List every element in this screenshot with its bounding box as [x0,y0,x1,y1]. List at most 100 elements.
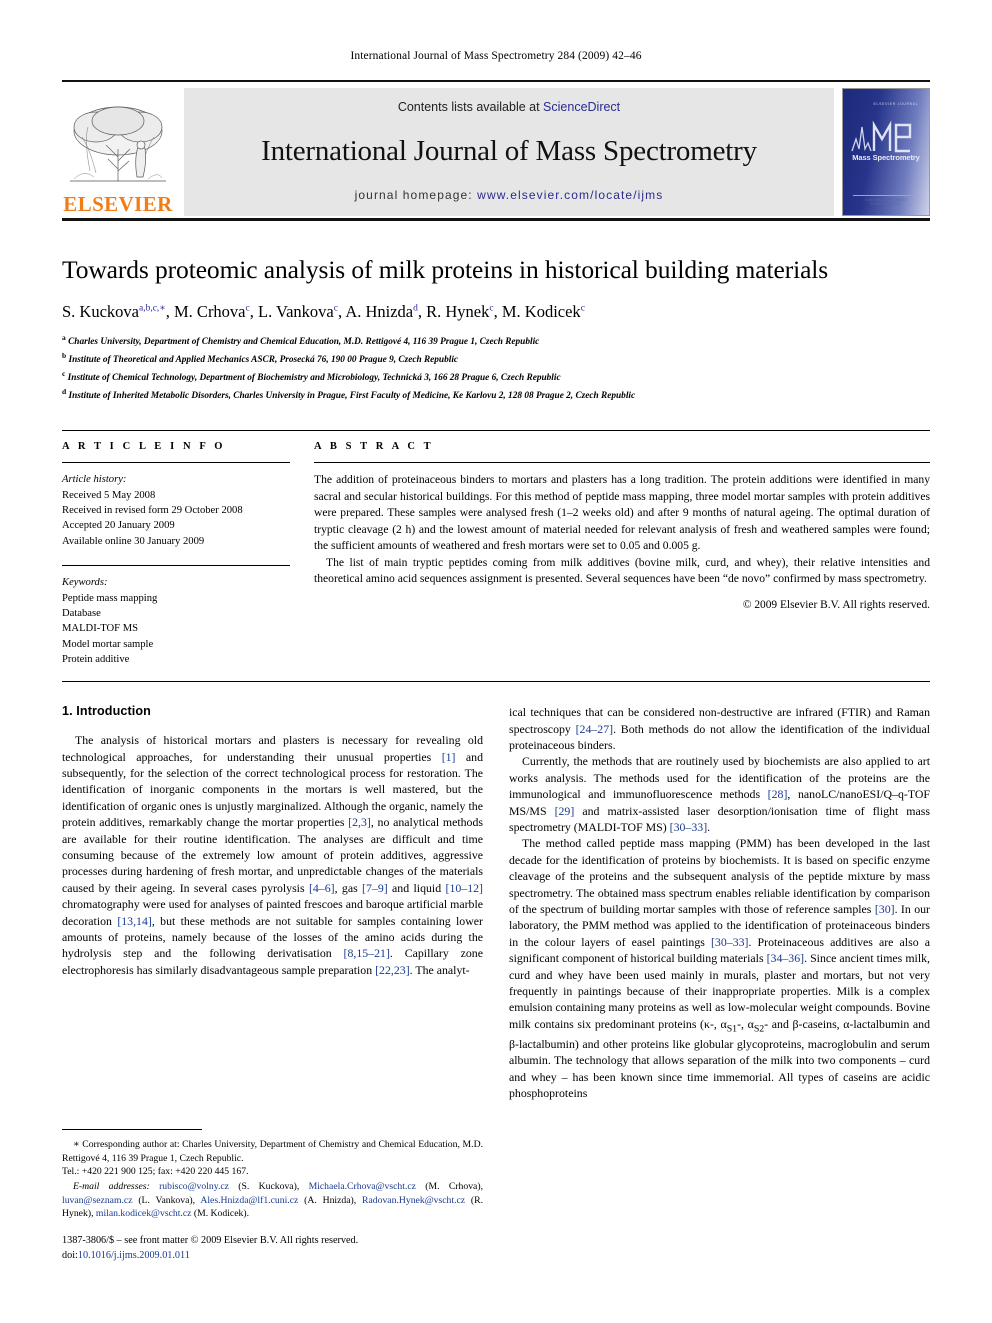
author-affiliation-mark: c [489,303,494,314]
email-addresses-label: E-mail addresses: [73,1181,150,1193]
article-history-item: Accepted 20 January 2009 [62,520,175,532]
issn-line: 1387-3806/$ – see front matter © 2009 El… [62,1235,359,1247]
article-history-item: Available online 30 January 2009 [62,535,205,547]
masthead-bottom-rule [62,218,930,221]
email-link[interactable]: rubisco@volny.cz [159,1181,229,1192]
email-link[interactable]: milan.kodicek@vscht.cz [96,1208,192,1219]
intro-paragraph-methods: Currently, the methods that are routinel… [509,753,930,835]
citation-link[interactable]: [28] [768,787,788,801]
citation-link[interactable]: [4–6] [309,881,335,895]
email-addresses-line: E-mail addresses: rubisco@volny.cz (S. K… [62,1180,483,1220]
abstract-paragraph: The addition of proteinaceous binders to… [314,473,930,553]
intro-paragraph-right-continued: ical techniques that can be considered n… [509,704,930,753]
keyword-item: MALDI-TOF MS [62,623,139,635]
citation-link[interactable]: [24–27] [576,722,614,736]
citation-link[interactable]: [8,15–21] [344,946,390,960]
abstract-rule [314,462,930,464]
email-person: (M. Kodicek) [191,1208,247,1220]
author-name: R. Hynek [426,301,490,321]
corresponding-author-mark: ∗ [73,1139,80,1151]
subscript-run: S1 [726,1023,738,1035]
citation-link[interactable]: [2,3] [348,815,371,829]
author-affiliation-mark: a,b,c,∗ [139,303,166,314]
article-info-column: A R T I C L E I N F O Article history: R… [62,431,314,667]
affiliation-mark: b [62,351,67,361]
keywords-label: Keywords: [62,577,108,589]
contents-prefix: Contents lists available at [397,100,544,114]
affiliation-mark: a [62,333,66,343]
citation-link[interactable]: [34–36] [767,951,805,965]
author-affiliation-mark: c [245,303,250,314]
affiliation-line: a Charles University, Department of Chem… [62,333,540,348]
affiliation-list: a Charles University, Department of Chem… [62,332,930,404]
text-run: The analysis of historical mortars and p… [62,733,483,764]
info-abstract-region: A R T I C L E I N F O Article history: R… [62,430,930,667]
citation-link[interactable]: [29] [555,804,575,818]
email-person: (S. Kuckova) [228,1181,297,1193]
article-history-item: Received in revised form 29 October 2008 [62,505,243,517]
author-name: L. Vankova [257,301,334,321]
text-run: The method called peptide mass mapping (… [509,836,930,916]
page-title: Towards proteomic analysis of milk prote… [62,255,829,284]
keywords-list: Peptide mass mapping Database MALDI-TOF MS… [62,591,290,668]
doi-link[interactable]: 10.1016/j.ijms.2009.01.011 [78,1250,190,1261]
author-name: M. Kodicek [501,301,581,321]
citation-link[interactable]: [1] [442,750,456,764]
keyword-item: Protein additive [62,653,130,665]
abstract-column: A B S T R A C T The addition of proteina… [314,431,930,667]
title-block: Towards proteomic analysis of milk prote… [62,255,930,404]
citation-link[interactable]: [10–12] [446,881,484,895]
abstract-bottom-rule [62,681,930,683]
doi-label: doi: [62,1249,78,1261]
email-link[interactable]: Ales.Hnizda@lf1.cuni.cz [200,1195,298,1206]
email-link[interactable]: luvan@seznam.cz [62,1195,133,1206]
citation-link[interactable]: [22,23] [375,963,410,977]
intro-paragraph-pmm: The method called peptide mass mapping (… [509,835,930,1101]
copyright-line: © 2009 Elsevier B.V. All rights reserved… [742,598,930,611]
issn-doi-block: 1387-3806/$ – see front matter © 2009 El… [62,1234,483,1263]
article-info-heading: A R T I C L E I N F O [62,441,226,453]
affiliation-line: d Institute of Inherited Metabolic Disor… [62,387,636,402]
email-link[interactable]: Radovan.Hynek@vscht.cz [362,1195,465,1206]
cover-kicker: ELSEVIER JOURNAL [873,102,919,106]
abstract-paragraph: The list of main tryptic peptides coming… [314,555,930,586]
sciencedirect-link[interactable]: ScienceDirect [543,100,620,114]
email-link[interactable]: Michaela.Crhova@vscht.cz [309,1181,416,1192]
journal-title: International Journal of Mass Spectromet… [261,134,757,167]
author-name: S. Kuckova [62,301,139,321]
section-heading-introduction: 1. Introduction [62,704,151,719]
text-run: and liquid [387,880,446,895]
body-columns: 1. Introduction The analysis of historic… [62,704,930,1101]
author-affiliation-mark: c [580,303,585,314]
author-affiliation-mark: d [413,303,418,314]
citation-link[interactable]: [30–33] [670,820,708,834]
cover-caption: Mass Spectrometry [852,153,920,162]
email-person: (A. Hnizda) [298,1194,354,1206]
citation-link[interactable]: [13,14] [117,914,152,928]
cover-footer-text: AVAILABLE ONLINE AT SCIENCEDIRECT [853,195,919,206]
journal-band: Contents lists available at ScienceDirec… [184,88,834,216]
text-run: , gas [334,880,363,895]
journal-cover-thumbnail: ELSEVIER JOURNAL Mass Spectrometry AVAIL… [842,88,930,216]
citation-link[interactable]: [30–33] [711,935,749,949]
text-run: . [707,820,711,835]
cover-ms-logo-icon [850,109,923,153]
author-name: A. Hnizda [345,301,414,321]
elsevier-wordmark: ELSEVIER [63,192,173,216]
journal-homepage-line: journal homepage: www.elsevier.com/locat… [355,188,664,202]
subscript-run: S2 [753,1023,765,1035]
author-name: M. Crhova [174,301,246,321]
elsevier-tree-icon [66,101,170,193]
citation-link[interactable]: [30] [875,902,895,916]
intro-paragraph-left: The analysis of historical mortars and p… [62,732,483,978]
paper-page: International Journal of Mass Spectromet… [0,0,992,1323]
doi-line: doi:10.1016/j.ijms.2009.01.011 [62,1249,483,1263]
tel-fax-line: Tel.: +420 221 900 125; fax: +420 220 44… [62,1165,249,1177]
author-list: S. Kuckovaa,b,c,∗, M. Crhovac, L. Vankov… [62,301,585,321]
affiliation-mark: c [62,369,66,379]
citation-link[interactable]: [7–9] [362,881,388,895]
text-run: -, α [737,1016,754,1031]
journal-homepage-link[interactable]: www.elsevier.com/locate/ijms [477,188,663,202]
keyword-item: Peptide mass mapping [62,592,158,604]
